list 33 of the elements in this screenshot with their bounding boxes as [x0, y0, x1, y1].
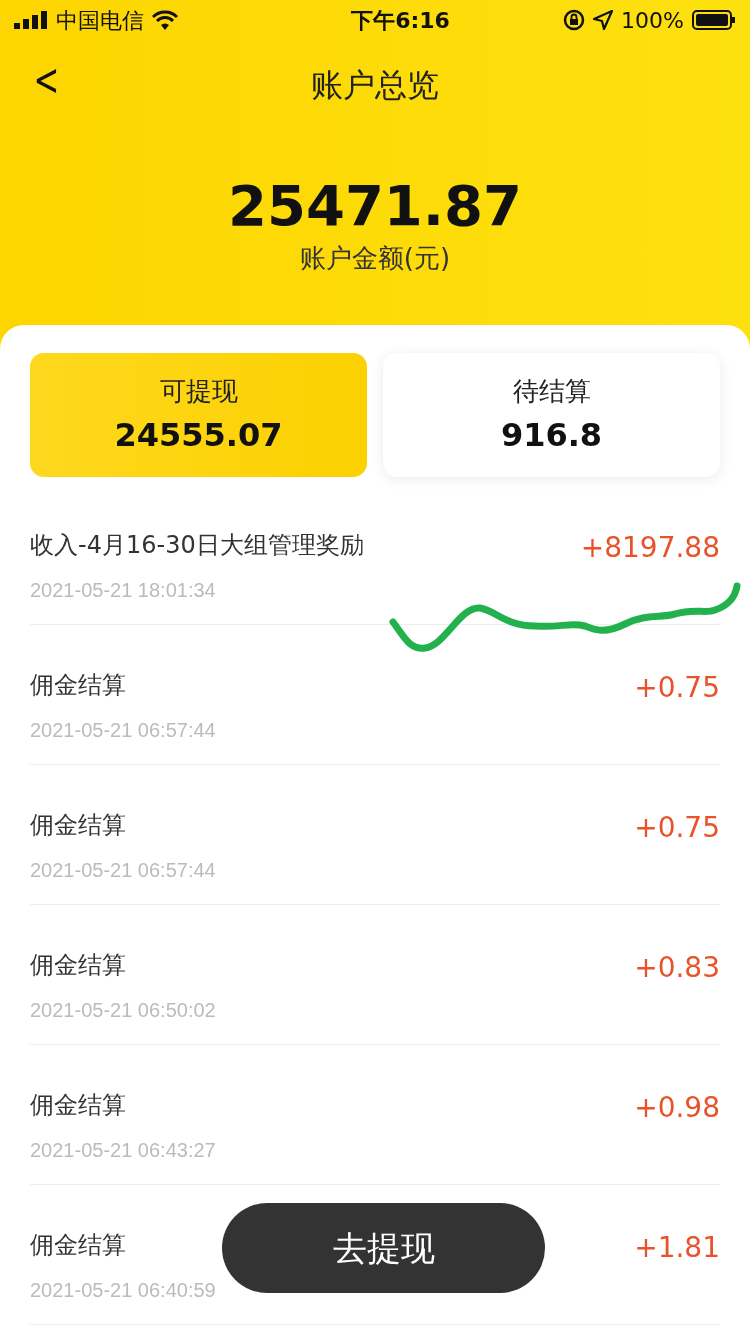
record-amount: +0.83 [634, 950, 720, 986]
record-title: 佣金结算 [30, 1230, 127, 1261]
record-time: 2021-05-21 06:40:59 [30, 1279, 216, 1301]
rotation-lock-icon [563, 9, 586, 31]
record-amount: +1.81 [634, 1230, 720, 1266]
page-title: 账户总览 [311, 65, 439, 106]
balance-tab[interactable]: 可提现 24555.07 [30, 353, 367, 477]
record-time: 2021-05-21 18:01:34 [30, 579, 217, 601]
balance-tab[interactable]: 待结算 916.8 [383, 353, 720, 477]
record-amount: +0.75 [634, 670, 720, 706]
record-title: 收入-4月16-30日大组管理奖励 [30, 530, 364, 561]
balance-label: 账户金额(元) [298, 242, 452, 276]
record-title: 佣金结算 [30, 1090, 127, 1121]
battery-icon [692, 10, 736, 30]
record-time: 2021-05-21 06:57:44 [30, 859, 216, 881]
record-title: 佣金结算 [30, 810, 127, 841]
record-time: 2021-05-21 06:57:44 [30, 719, 216, 741]
carrier-name: 中国电信 [56, 6, 144, 35]
record-amount: +8197.88 [580, 530, 720, 566]
clock-time: 下午6:16 [351, 6, 450, 35]
record-title: 佣金结算 [30, 950, 127, 981]
record-time: 2021-05-21 06:50:02 [30, 999, 216, 1021]
wifi-icon [152, 10, 178, 30]
back-button[interactable]: < [29, 58, 64, 102]
record-title: 佣金结算 [30, 670, 127, 701]
account-balance: 25471.87 [227, 172, 523, 240]
battery-percent: 100% [621, 6, 684, 35]
withdraw-button[interactable]: 去提现 [222, 1203, 545, 1293]
location-icon [593, 10, 614, 30]
record-amount: +0.98 [634, 1090, 720, 1126]
record-time: 2021-05-21 06:43:27 [30, 1139, 216, 1161]
signal-icon [14, 11, 48, 29]
record-amount: +0.75 [634, 810, 720, 846]
